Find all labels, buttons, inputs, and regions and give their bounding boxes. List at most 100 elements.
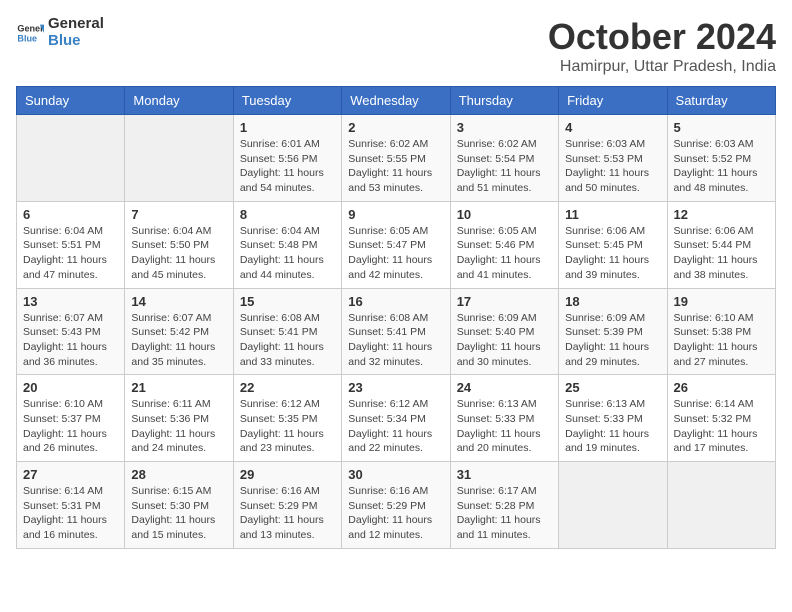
day-info: Sunrise: 6:16 AM Sunset: 5:29 PM Dayligh… xyxy=(348,484,443,543)
day-number: 21 xyxy=(131,380,226,395)
day-number: 5 xyxy=(674,120,769,135)
day-info: Sunrise: 6:04 AM Sunset: 5:50 PM Dayligh… xyxy=(131,224,226,283)
calendar-cell: 31Sunrise: 6:17 AM Sunset: 5:28 PM Dayli… xyxy=(450,462,558,549)
day-number: 15 xyxy=(240,294,335,309)
calendar-title: October 2024 xyxy=(548,16,776,58)
logo: General Blue General Blue xyxy=(16,16,104,49)
day-info: Sunrise: 6:15 AM Sunset: 5:30 PM Dayligh… xyxy=(131,484,226,543)
calendar-cell: 23 Sunrise: 6:12 AM Sunset: 5:34 PM Dayli… xyxy=(342,375,450,462)
calendar-subtitle: Hamirpur, Uttar Pradesh, India xyxy=(548,58,776,76)
logo-icon: General Blue xyxy=(16,19,44,47)
day-info: Sunrise: 6:03 AM Sunset: 5:53 PM Dayligh… xyxy=(565,137,660,196)
day-number: 22 xyxy=(240,380,335,395)
calendar-cell: 16Sunrise: 6:08 AM Sunset: 5:41 PM Dayli… xyxy=(342,288,450,375)
calendar-cell: 19Sunrise: 6:10 AM Sunset: 5:38 PM Dayli… xyxy=(667,288,775,375)
calendar-cell xyxy=(17,115,125,202)
calendar-cell xyxy=(667,462,775,549)
day-number: 18 xyxy=(565,294,660,309)
day-info: Sunrise: 6:14 AM Sunset: 5:32 PM Dayligh… xyxy=(674,397,769,456)
day-number: 12 xyxy=(674,207,769,222)
calendar-cell: 9 Sunrise: 6:05 AM Sunset: 5:47 PM Daylig… xyxy=(342,201,450,288)
day-number: 10 xyxy=(457,207,552,222)
day-number: 25 xyxy=(565,380,660,395)
calendar-cell: 18 Sunrise: 6:09 AM Sunset: 5:39 PM Dayli… xyxy=(559,288,667,375)
day-number: 29 xyxy=(240,467,335,482)
day-number: 8 xyxy=(240,207,335,222)
day-number: 9 xyxy=(348,207,443,222)
calendar-week-row: 1 Sunrise: 6:01 AM Sunset: 5:56 PM Daylig… xyxy=(17,115,776,202)
day-number: 1 xyxy=(240,120,335,135)
svg-text:General: General xyxy=(17,23,44,33)
svg-text:Blue: Blue xyxy=(17,33,37,43)
day-info: Sunrise: 6:13 AM Sunset: 5:33 PM Dayligh… xyxy=(457,397,552,456)
day-info: Sunrise: 6:06 AM Sunset: 5:45 PM Dayligh… xyxy=(565,224,660,283)
calendar-cell: 7 Sunrise: 6:04 AM Sunset: 5:50 PM Daylig… xyxy=(125,201,233,288)
day-of-week-header: Friday xyxy=(559,87,667,115)
day-info: Sunrise: 6:04 AM Sunset: 5:51 PM Dayligh… xyxy=(23,224,118,283)
calendar-week-row: 27Sunrise: 6:14 AM Sunset: 5:31 PM Dayli… xyxy=(17,462,776,549)
logo-blue-text: Blue xyxy=(48,33,104,50)
day-number: 26 xyxy=(674,380,769,395)
calendar-cell: 14Sunrise: 6:07 AM Sunset: 5:42 PM Dayli… xyxy=(125,288,233,375)
calendar-table: SundayMondayTuesdayWednesdayThursdayFrid… xyxy=(16,86,776,549)
calendar-cell: 12 Sunrise: 6:06 AM Sunset: 5:44 PM Dayli… xyxy=(667,201,775,288)
calendar-week-row: 20 Sunrise: 6:10 AM Sunset: 5:37 PM Dayli… xyxy=(17,375,776,462)
title-area: October 2024 Hamirpur, Uttar Pradesh, In… xyxy=(548,16,776,76)
day-number: 30 xyxy=(348,467,443,482)
calendar-cell: 26 Sunrise: 6:14 AM Sunset: 5:32 PM Dayli… xyxy=(667,375,775,462)
day-info: Sunrise: 6:07 AM Sunset: 5:43 PM Dayligh… xyxy=(23,311,118,370)
calendar-cell: 28Sunrise: 6:15 AM Sunset: 5:30 PM Dayli… xyxy=(125,462,233,549)
day-number: 17 xyxy=(457,294,552,309)
calendar-cell: 21 Sunrise: 6:11 AM Sunset: 5:36 PM Dayli… xyxy=(125,375,233,462)
day-info: Sunrise: 6:12 AM Sunset: 5:35 PM Dayligh… xyxy=(240,397,335,456)
day-info: Sunrise: 6:01 AM Sunset: 5:56 PM Dayligh… xyxy=(240,137,335,196)
day-of-week-header: Tuesday xyxy=(233,87,341,115)
calendar-cell: 10 Sunrise: 6:05 AM Sunset: 5:46 PM Dayli… xyxy=(450,201,558,288)
calendar-cell: 29Sunrise: 6:16 AM Sunset: 5:29 PM Dayli… xyxy=(233,462,341,549)
day-number: 2 xyxy=(348,120,443,135)
day-info: Sunrise: 6:08 AM Sunset: 5:41 PM Dayligh… xyxy=(240,311,335,370)
logo-general-text: General xyxy=(48,16,104,33)
calendar-cell: 3 Sunrise: 6:02 AM Sunset: 5:54 PM Daylig… xyxy=(450,115,558,202)
calendar-cell: 24 Sunrise: 6:13 AM Sunset: 5:33 PM Dayli… xyxy=(450,375,558,462)
day-info: Sunrise: 6:05 AM Sunset: 5:46 PM Dayligh… xyxy=(457,224,552,283)
day-info: Sunrise: 6:12 AM Sunset: 5:34 PM Dayligh… xyxy=(348,397,443,456)
calendar-cell: 5 Sunrise: 6:03 AM Sunset: 5:52 PM Daylig… xyxy=(667,115,775,202)
day-of-week-header: Wednesday xyxy=(342,87,450,115)
calendar-week-row: 13 Sunrise: 6:07 AM Sunset: 5:43 PM Dayli… xyxy=(17,288,776,375)
calendar-cell: 2 Sunrise: 6:02 AM Sunset: 5:55 PM Daylig… xyxy=(342,115,450,202)
day-info: Sunrise: 6:10 AM Sunset: 5:38 PM Dayligh… xyxy=(674,311,769,370)
day-number: 23 xyxy=(348,380,443,395)
day-info: Sunrise: 6:11 AM Sunset: 5:36 PM Dayligh… xyxy=(131,397,226,456)
day-info: Sunrise: 6:02 AM Sunset: 5:55 PM Dayligh… xyxy=(348,137,443,196)
day-number: 3 xyxy=(457,120,552,135)
day-of-week-header: Saturday xyxy=(667,87,775,115)
calendar-cell: 30 Sunrise: 6:16 AM Sunset: 5:29 PM Dayli… xyxy=(342,462,450,549)
calendar-cell: 25 Sunrise: 6:13 AM Sunset: 5:33 PM Dayli… xyxy=(559,375,667,462)
calendar-cell: 22 Sunrise: 6:12 AM Sunset: 5:35 PM Dayli… xyxy=(233,375,341,462)
calendar-cell: 27Sunrise: 6:14 AM Sunset: 5:31 PM Dayli… xyxy=(17,462,125,549)
calendar-cell: 4Sunrise: 6:03 AM Sunset: 5:53 PM Daylig… xyxy=(559,115,667,202)
calendar-cell: 11 Sunrise: 6:06 AM Sunset: 5:45 PM Dayli… xyxy=(559,201,667,288)
day-number: 24 xyxy=(457,380,552,395)
day-info: Sunrise: 6:10 AM Sunset: 5:37 PM Dayligh… xyxy=(23,397,118,456)
day-info: Sunrise: 6:06 AM Sunset: 5:44 PM Dayligh… xyxy=(674,224,769,283)
day-info: Sunrise: 6:08 AM Sunset: 5:41 PM Dayligh… xyxy=(348,311,443,370)
day-info: Sunrise: 6:03 AM Sunset: 5:52 PM Dayligh… xyxy=(674,137,769,196)
day-number: 20 xyxy=(23,380,118,395)
day-info: Sunrise: 6:13 AM Sunset: 5:33 PM Dayligh… xyxy=(565,397,660,456)
calendar-header: SundayMondayTuesdayWednesdayThursdayFrid… xyxy=(17,87,776,115)
day-info: Sunrise: 6:09 AM Sunset: 5:39 PM Dayligh… xyxy=(565,311,660,370)
day-number: 27 xyxy=(23,467,118,482)
day-info: Sunrise: 6:05 AM Sunset: 5:47 PM Dayligh… xyxy=(348,224,443,283)
day-number: 14 xyxy=(131,294,226,309)
page-header: General Blue General Blue October 2024 H… xyxy=(16,16,776,76)
calendar-week-row: 6Sunrise: 6:04 AM Sunset: 5:51 PM Daylig… xyxy=(17,201,776,288)
day-number: 11 xyxy=(565,207,660,222)
day-of-week-header: Sunday xyxy=(17,87,125,115)
day-number: 7 xyxy=(131,207,226,222)
calendar-cell xyxy=(125,115,233,202)
day-number: 13 xyxy=(23,294,118,309)
day-info: Sunrise: 6:02 AM Sunset: 5:54 PM Dayligh… xyxy=(457,137,552,196)
calendar-cell: 6Sunrise: 6:04 AM Sunset: 5:51 PM Daylig… xyxy=(17,201,125,288)
